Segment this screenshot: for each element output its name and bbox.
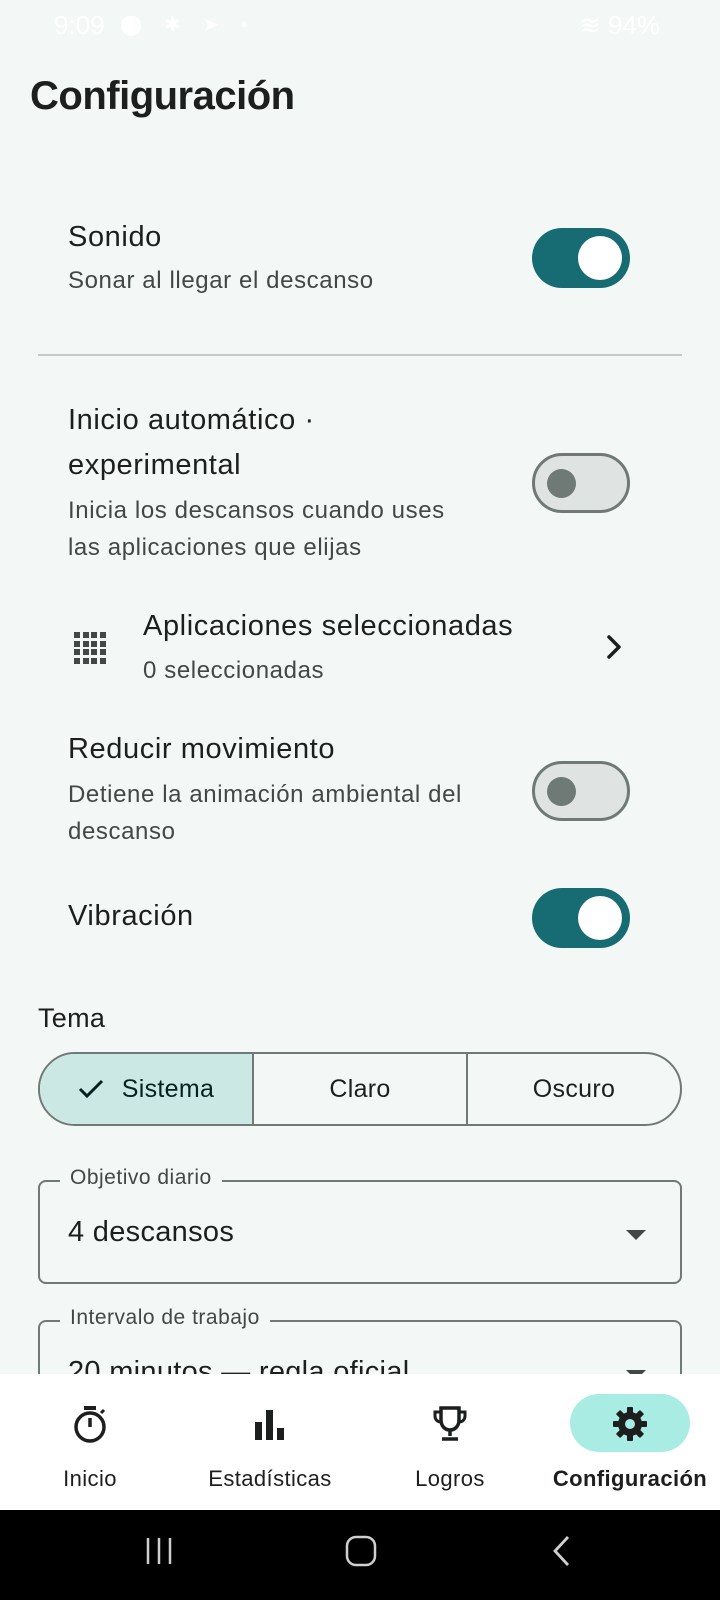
page-title: Configuración [30, 74, 295, 118]
reduce-motion-subtitle-line1: Detiene la animación ambiental del [68, 781, 462, 808]
timer-icon [74, 1406, 106, 1443]
status-time: 9:09 [54, 10, 105, 40]
sound-switch[interactable] [532, 228, 630, 288]
nav-label: Logros [415, 1466, 485, 1491]
auto-start-title-line2: experimental [68, 449, 242, 481]
wifi-icon: ≋ [578, 10, 601, 40]
selected-apps-subtitle: 0 seleccionadas [143, 657, 325, 684]
sound-title: Sonido [68, 221, 162, 253]
auto-start-subtitle-line1: Inicia los descansos cuando uses [68, 497, 445, 524]
sound-subtitle: Sonar al llegar el descanso [68, 267, 374, 294]
theme-option-label: Sistema [121, 1074, 215, 1103]
theme-label: Tema [38, 1003, 106, 1033]
notification-icons: ⬤ ✱ ➤ • [120, 14, 256, 36]
status-bar: 9:09 ⬤ ✱ ➤ • ≋ 94% [0, 0, 720, 52]
recent-apps-icon[interactable] [144, 1534, 174, 1568]
auto-start-title-line1: Inicio automático · [68, 404, 315, 436]
auto-start-subtitle-line2: las aplicaciones que elijas [68, 534, 362, 561]
nav-item-configuracion[interactable]: Configuración [540, 1374, 720, 1510]
daily-goal-value: 4 descansos [68, 1216, 235, 1248]
vibration-switch[interactable] [532, 888, 630, 948]
daily-goal-label: Objetivo diario [60, 1166, 222, 1190]
apps-grid-icon [74, 632, 106, 664]
status-right: ≋ 94% [579, 10, 660, 41]
nav-label: Configuración [552, 1466, 708, 1491]
bar-chart-icon [255, 1410, 284, 1440]
chevron-right-icon [607, 635, 621, 659]
gear-icon [613, 1407, 647, 1441]
nav-item-inicio[interactable]: Inicio [0, 1374, 180, 1510]
daily-goal-dropdown[interactable]: Objetivo diario 4 descansos [38, 1166, 682, 1284]
battery-level: 94% [607, 10, 660, 40]
reduce-motion-switch[interactable] [532, 761, 630, 821]
back-icon[interactable] [550, 1534, 574, 1568]
nav-label: Inicio [63, 1466, 117, 1491]
nav-item-estadisticas[interactable]: Estadísticas [180, 1374, 360, 1510]
nav-label: Estadísticas [208, 1466, 332, 1491]
switch-knob [547, 777, 576, 806]
switch-knob [578, 236, 622, 280]
check-icon [78, 1079, 103, 1099]
auto-start-switch[interactable] [532, 453, 630, 513]
system-navigation-bar [0, 1510, 720, 1600]
theme-option-dark[interactable]: Oscuro [466, 1054, 680, 1124]
theme-option-system[interactable]: Sistema [40, 1054, 252, 1124]
theme-segmented-control: Sistema Claro Oscuro [38, 1052, 682, 1126]
reduce-motion-title: Reducir movimiento [68, 733, 336, 765]
divider [38, 354, 682, 356]
switch-knob [578, 896, 622, 940]
vibration-title: Vibración [68, 900, 194, 932]
theme-option-light[interactable]: Claro [252, 1054, 466, 1124]
dropdown-arrow-icon [626, 1230, 646, 1240]
selected-apps-title: Aplicaciones seleccionadas [143, 610, 514, 642]
trophy-icon [433, 1406, 467, 1441]
reduce-motion-subtitle-line2: descanso [68, 818, 176, 845]
bottom-navigation: Inicio Estadísticas Logros Configuración [0, 1374, 720, 1510]
theme-option-label: Oscuro [532, 1074, 616, 1103]
nav-item-logros[interactable]: Logros [360, 1374, 540, 1510]
theme-option-label: Claro [329, 1074, 391, 1103]
work-interval-label: Intervalo de trabajo [60, 1306, 270, 1330]
switch-knob [547, 469, 576, 498]
home-icon[interactable] [344, 1534, 378, 1568]
